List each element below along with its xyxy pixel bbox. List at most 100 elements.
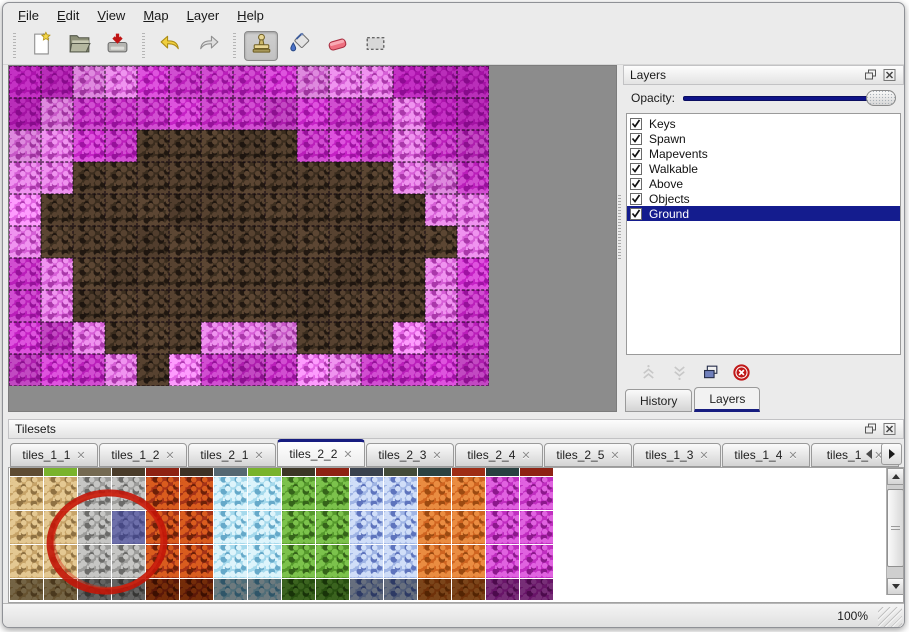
tileset-tile[interactable] [452,477,485,510]
map-tile[interactable] [297,322,329,354]
tileset-tile[interactable] [214,477,247,510]
map-tile[interactable] [169,98,201,130]
map-tile[interactable] [201,354,233,386]
close-tab-icon[interactable]: ✕ [788,449,797,462]
tileset-tile[interactable] [180,477,213,510]
tileset-tile[interactable] [112,545,145,578]
map-tile[interactable] [73,98,105,130]
select-tool-button[interactable] [358,31,392,61]
tileset-tile[interactable] [316,579,349,600]
map-tile[interactable] [393,354,425,386]
close-tab-icon[interactable]: ✕ [76,449,85,462]
map-tile[interactable] [137,226,169,258]
tileset-tile[interactable] [78,511,111,544]
tab-layers[interactable]: Layers [694,387,760,412]
map-tile[interactable] [457,226,489,258]
map-tile[interactable] [9,290,41,322]
close-tab-icon[interactable]: ✕ [165,449,174,462]
layer-row-objects[interactable]: Objects [627,191,900,206]
tileset-tile[interactable] [520,545,553,578]
map-tile[interactable] [73,130,105,162]
map-tile[interactable] [9,354,41,386]
layer-list[interactable]: KeysSpawnMapeventsWalkableAboveObjectsGr… [626,113,901,355]
layer-visibility-checkbox[interactable] [630,118,642,130]
tileset-tile[interactable] [44,477,77,510]
scroll-up-button[interactable] [887,468,904,485]
map-tile[interactable] [457,66,489,98]
map-tile[interactable] [329,162,361,194]
save-file-button[interactable] [100,31,134,61]
close-tab-icon[interactable]: ✕ [521,449,530,462]
tileset-tile[interactable] [146,511,179,544]
map-tile[interactable] [201,130,233,162]
tileset-tile[interactable] [316,545,349,578]
map-tile[interactable] [329,98,361,130]
map-tile[interactable] [361,226,393,258]
tileset-tile-edge[interactable] [418,468,451,476]
map-tile[interactable] [297,290,329,322]
map-tile[interactable] [297,162,329,194]
map-tile[interactable] [41,290,73,322]
tileset-tile[interactable] [44,511,77,544]
map-tile[interactable] [137,66,169,98]
map-tile[interactable] [9,66,41,98]
map-tile[interactable] [233,258,265,290]
tileset-tile-edge[interactable] [214,468,247,476]
map-tile[interactable] [233,322,265,354]
close-tab-icon[interactable]: ✕ [432,449,441,462]
map-tile[interactable] [393,98,425,130]
map-tile[interactable] [169,258,201,290]
map-tile[interactable] [41,130,73,162]
tileset-tile[interactable] [384,579,417,600]
map-tile[interactable] [105,290,137,322]
tileset-tile-edge[interactable] [112,468,145,476]
fill-tool-button[interactable] [282,31,316,61]
map-tile[interactable] [297,98,329,130]
map-tile[interactable] [137,322,169,354]
map-tile[interactable] [297,66,329,98]
map-tile[interactable] [329,354,361,386]
map-tile[interactable] [41,354,73,386]
map-view[interactable] [8,65,617,412]
tileset-tile[interactable] [180,579,213,600]
map-tile[interactable] [361,66,393,98]
map-tile[interactable] [73,226,105,258]
tileset-tile-edge[interactable] [180,468,213,476]
map-tile[interactable] [169,226,201,258]
map-tile[interactable] [457,194,489,226]
tileset-tile[interactable] [78,545,111,578]
tileset-tile-edge[interactable] [520,468,553,476]
tileset-tile[interactable] [486,579,519,600]
map-tile[interactable] [41,66,73,98]
map-tile[interactable] [361,258,393,290]
tileset-tile[interactable] [112,477,145,510]
tileset-tile[interactable] [418,477,451,510]
close-tab-icon[interactable]: ✕ [254,449,263,462]
move-layer-up-button[interactable] [637,361,659,383]
toolbar-grip[interactable] [140,33,147,59]
tileset-tile[interactable] [520,511,553,544]
map-tile[interactable] [41,258,73,290]
tileset-tile[interactable] [78,579,111,600]
map-tile[interactable] [137,162,169,194]
tileset-tile-edge[interactable] [10,468,43,476]
float-panel-icon[interactable] [863,69,878,82]
map-tile[interactable] [201,322,233,354]
map-tile[interactable] [9,258,41,290]
menu-layer[interactable]: Layer [178,5,229,26]
map-tile[interactable] [169,290,201,322]
map-tile[interactable] [105,98,137,130]
tileset-tile[interactable] [282,477,315,510]
tileset-tile[interactable] [146,579,179,600]
tileset-tile[interactable] [214,579,247,600]
map-tile[interactable] [9,226,41,258]
close-tab-icon[interactable]: ✕ [343,448,352,461]
map-tile[interactable] [425,258,457,290]
tileset-tile[interactable] [384,477,417,510]
map-tile[interactable] [169,130,201,162]
map-tile[interactable] [297,130,329,162]
map-tile[interactable] [425,194,457,226]
map-tile[interactable] [393,322,425,354]
tileset-tile[interactable] [418,579,451,600]
tileset-tile[interactable] [486,511,519,544]
